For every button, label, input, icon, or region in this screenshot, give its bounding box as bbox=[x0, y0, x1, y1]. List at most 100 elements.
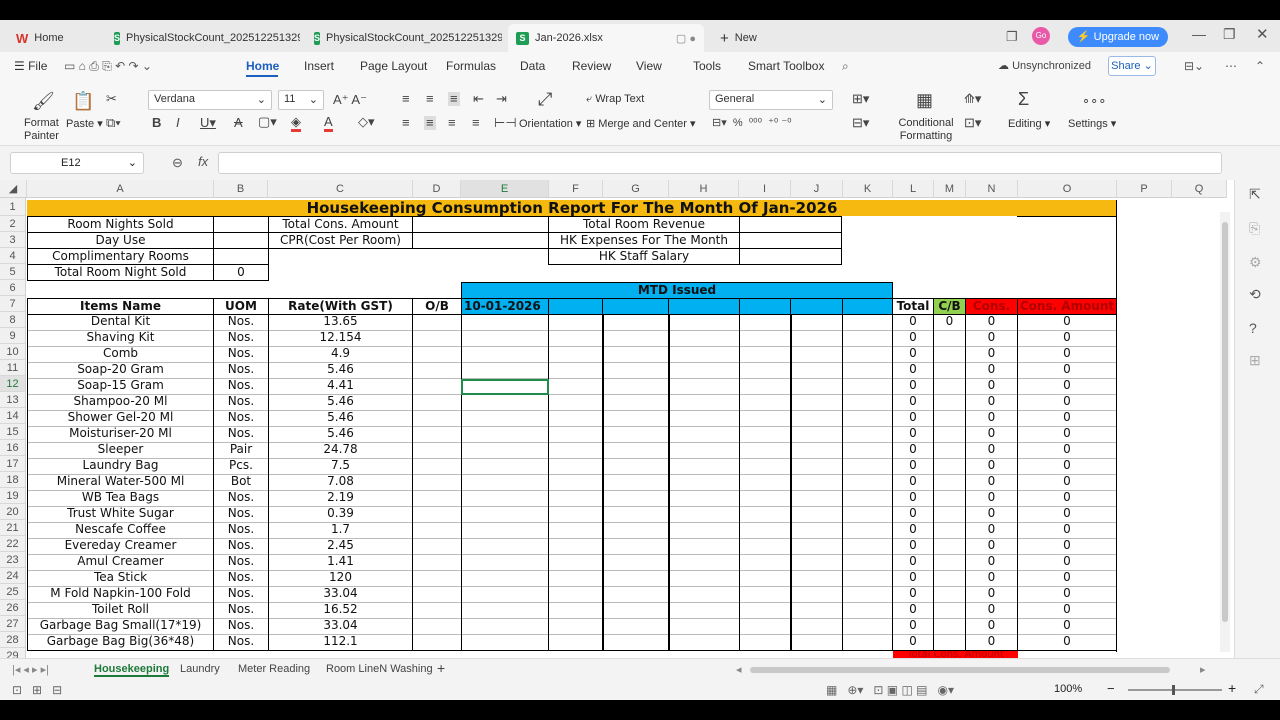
item-cons-cell[interactable]: 0 bbox=[965, 522, 1018, 539]
item-empty-cell[interactable] bbox=[790, 346, 843, 363]
item-empty-cell[interactable] bbox=[602, 618, 670, 635]
item-empty-cell[interactable] bbox=[790, 554, 843, 571]
item-empty-cell[interactable] bbox=[412, 634, 462, 651]
column-header-d[interactable]: D bbox=[413, 180, 461, 198]
total-cons-value[interactable] bbox=[412, 216, 549, 233]
item-rate-cell[interactable]: 5.46 bbox=[268, 410, 413, 427]
room-nights-value[interactable] bbox=[213, 216, 269, 233]
item-cb-cell[interactable] bbox=[933, 506, 966, 523]
item-amt-cell[interactable]: 0 bbox=[1017, 442, 1117, 459]
item-cons-cell[interactable]: 0 bbox=[965, 570, 1018, 587]
item-amt-cell[interactable]: 0 bbox=[1017, 506, 1117, 523]
cons-header[interactable]: Cons. bbox=[965, 298, 1018, 315]
item-empty-cell[interactable] bbox=[461, 346, 549, 363]
item-amt-cell[interactable]: 0 bbox=[1017, 522, 1117, 539]
item-empty-cell[interactable] bbox=[602, 362, 670, 379]
menu-view[interactable]: View bbox=[636, 59, 662, 73]
column-header-k[interactable]: K bbox=[843, 180, 893, 198]
tab-physical-stock-1[interactable]: S PhysicalStockCount_20251225132910 bbox=[106, 24, 300, 52]
item-name-cell[interactable]: Amul Creamer bbox=[27, 554, 214, 571]
item-empty-cell[interactable] bbox=[461, 362, 549, 379]
font-family-select[interactable]: Verdana ⌄ bbox=[148, 90, 272, 110]
item-empty-cell[interactable] bbox=[461, 570, 549, 587]
item-amt-cell[interactable]: 0 bbox=[1017, 602, 1117, 619]
help-icon[interactable]: ? bbox=[1249, 320, 1257, 336]
item-name-cell[interactable]: Moisturiser-20 Ml bbox=[27, 426, 214, 443]
item-empty-cell[interactable] bbox=[668, 314, 740, 331]
item-uom-cell[interactable]: Pcs. bbox=[213, 458, 269, 475]
total-cons-label[interactable]: Total Cons. Amount bbox=[268, 216, 413, 233]
item-empty-cell[interactable] bbox=[842, 442, 893, 459]
item-empty-cell[interactable] bbox=[790, 330, 843, 347]
item-empty-cell[interactable] bbox=[412, 442, 462, 459]
cloud-icon[interactable]: ⊟⌄ bbox=[1184, 59, 1204, 73]
item-empty-cell[interactable] bbox=[461, 314, 549, 331]
item-empty-cell[interactable] bbox=[739, 474, 792, 491]
sum-icon[interactable]: Σ bbox=[1018, 90, 1029, 108]
item-empty-cell[interactable] bbox=[412, 506, 462, 523]
item-empty-cell[interactable] bbox=[412, 394, 462, 411]
item-name-cell[interactable]: Sleeper bbox=[27, 442, 214, 459]
item-total-cell[interactable]: 0 bbox=[892, 330, 934, 347]
row-header[interactable]: 24 bbox=[0, 568, 26, 584]
item-rate-cell[interactable]: 7.5 bbox=[268, 458, 413, 475]
item-empty-cell[interactable] bbox=[602, 506, 670, 523]
rate-header[interactable]: Rate(With GST) bbox=[268, 298, 413, 315]
item-name-cell[interactable]: Laundry Bag bbox=[27, 458, 214, 475]
item-empty-cell[interactable] bbox=[668, 618, 740, 635]
row-header[interactable]: 15 bbox=[0, 424, 26, 440]
hk-salary-value[interactable] bbox=[739, 248, 842, 265]
item-empty-cell[interactable] bbox=[548, 474, 604, 491]
item-uom-cell[interactable]: Bot bbox=[213, 474, 269, 491]
item-empty-cell[interactable] bbox=[602, 554, 670, 571]
item-name-cell[interactable]: Soap-20 Gram bbox=[27, 362, 214, 379]
item-amt-cell[interactable]: 0 bbox=[1017, 394, 1117, 411]
item-empty-cell[interactable] bbox=[602, 330, 670, 347]
item-empty-cell[interactable] bbox=[548, 410, 604, 427]
align-right-icon[interactable]: ≡ bbox=[448, 116, 456, 130]
align-top-icon[interactable]: ≡ bbox=[402, 92, 410, 106]
item-cb-cell[interactable] bbox=[933, 426, 966, 443]
align-left-icon[interactable]: ≡ bbox=[402, 116, 410, 130]
item-amt-cell[interactable]: 0 bbox=[1017, 554, 1117, 571]
item-amt-cell[interactable]: 0 bbox=[1017, 634, 1117, 651]
item-empty-cell[interactable] bbox=[602, 586, 670, 603]
item-rate-cell[interactable]: 24.78 bbox=[268, 442, 413, 459]
item-uom-cell[interactable]: Nos. bbox=[213, 378, 269, 395]
item-empty-cell[interactable] bbox=[602, 474, 670, 491]
item-uom-cell[interactable]: Nos. bbox=[213, 634, 269, 651]
item-cons-cell[interactable]: 0 bbox=[965, 634, 1018, 651]
orientation-icon[interactable]: ⤢ bbox=[538, 90, 552, 108]
row-header[interactable]: 14 bbox=[0, 408, 26, 424]
column-header-i[interactable]: I bbox=[739, 180, 791, 198]
uom-header[interactable]: UOM bbox=[213, 298, 269, 315]
item-empty-cell[interactable] bbox=[668, 506, 740, 523]
item-empty-cell[interactable] bbox=[548, 618, 604, 635]
row-header[interactable]: 8 bbox=[0, 312, 26, 328]
new-tab-button[interactable]: + New bbox=[712, 24, 782, 52]
vertical-scrollbar[interactable] bbox=[1220, 212, 1230, 652]
collapse-ribbon-icon[interactable]: ⌃ bbox=[1255, 59, 1265, 73]
item-empty-cell[interactable] bbox=[602, 378, 670, 395]
sheet-tab-room-linen[interactable]: Room LineN Washing bbox=[326, 663, 433, 675]
item-empty-cell[interactable] bbox=[739, 618, 792, 635]
mtd-day-header[interactable] bbox=[790, 298, 843, 315]
row-header[interactable]: 6 bbox=[0, 280, 26, 296]
item-empty-cell[interactable] bbox=[602, 490, 670, 507]
row-header[interactable]: 22 bbox=[0, 536, 26, 552]
item-empty-cell[interactable] bbox=[461, 538, 549, 555]
item-rate-cell[interactable]: 13.65 bbox=[268, 314, 413, 331]
item-uom-cell[interactable]: Nos. bbox=[213, 522, 269, 539]
item-empty-cell[interactable] bbox=[739, 506, 792, 523]
item-empty-cell[interactable] bbox=[790, 506, 843, 523]
item-empty-cell[interactable] bbox=[668, 330, 740, 347]
item-empty-cell[interactable] bbox=[842, 410, 893, 427]
item-uom-cell[interactable]: Nos. bbox=[213, 330, 269, 347]
item-rate-cell[interactable]: 112.1 bbox=[268, 634, 413, 651]
item-empty-cell[interactable] bbox=[602, 570, 670, 587]
item-name-cell[interactable]: Evereday Creamer bbox=[27, 538, 214, 555]
row-header[interactable]: 12 bbox=[0, 376, 26, 392]
item-empty-cell[interactable] bbox=[548, 554, 604, 571]
item-name-cell[interactable]: Mineral Water-500 Ml bbox=[27, 474, 214, 491]
item-empty-cell[interactable] bbox=[461, 602, 549, 619]
